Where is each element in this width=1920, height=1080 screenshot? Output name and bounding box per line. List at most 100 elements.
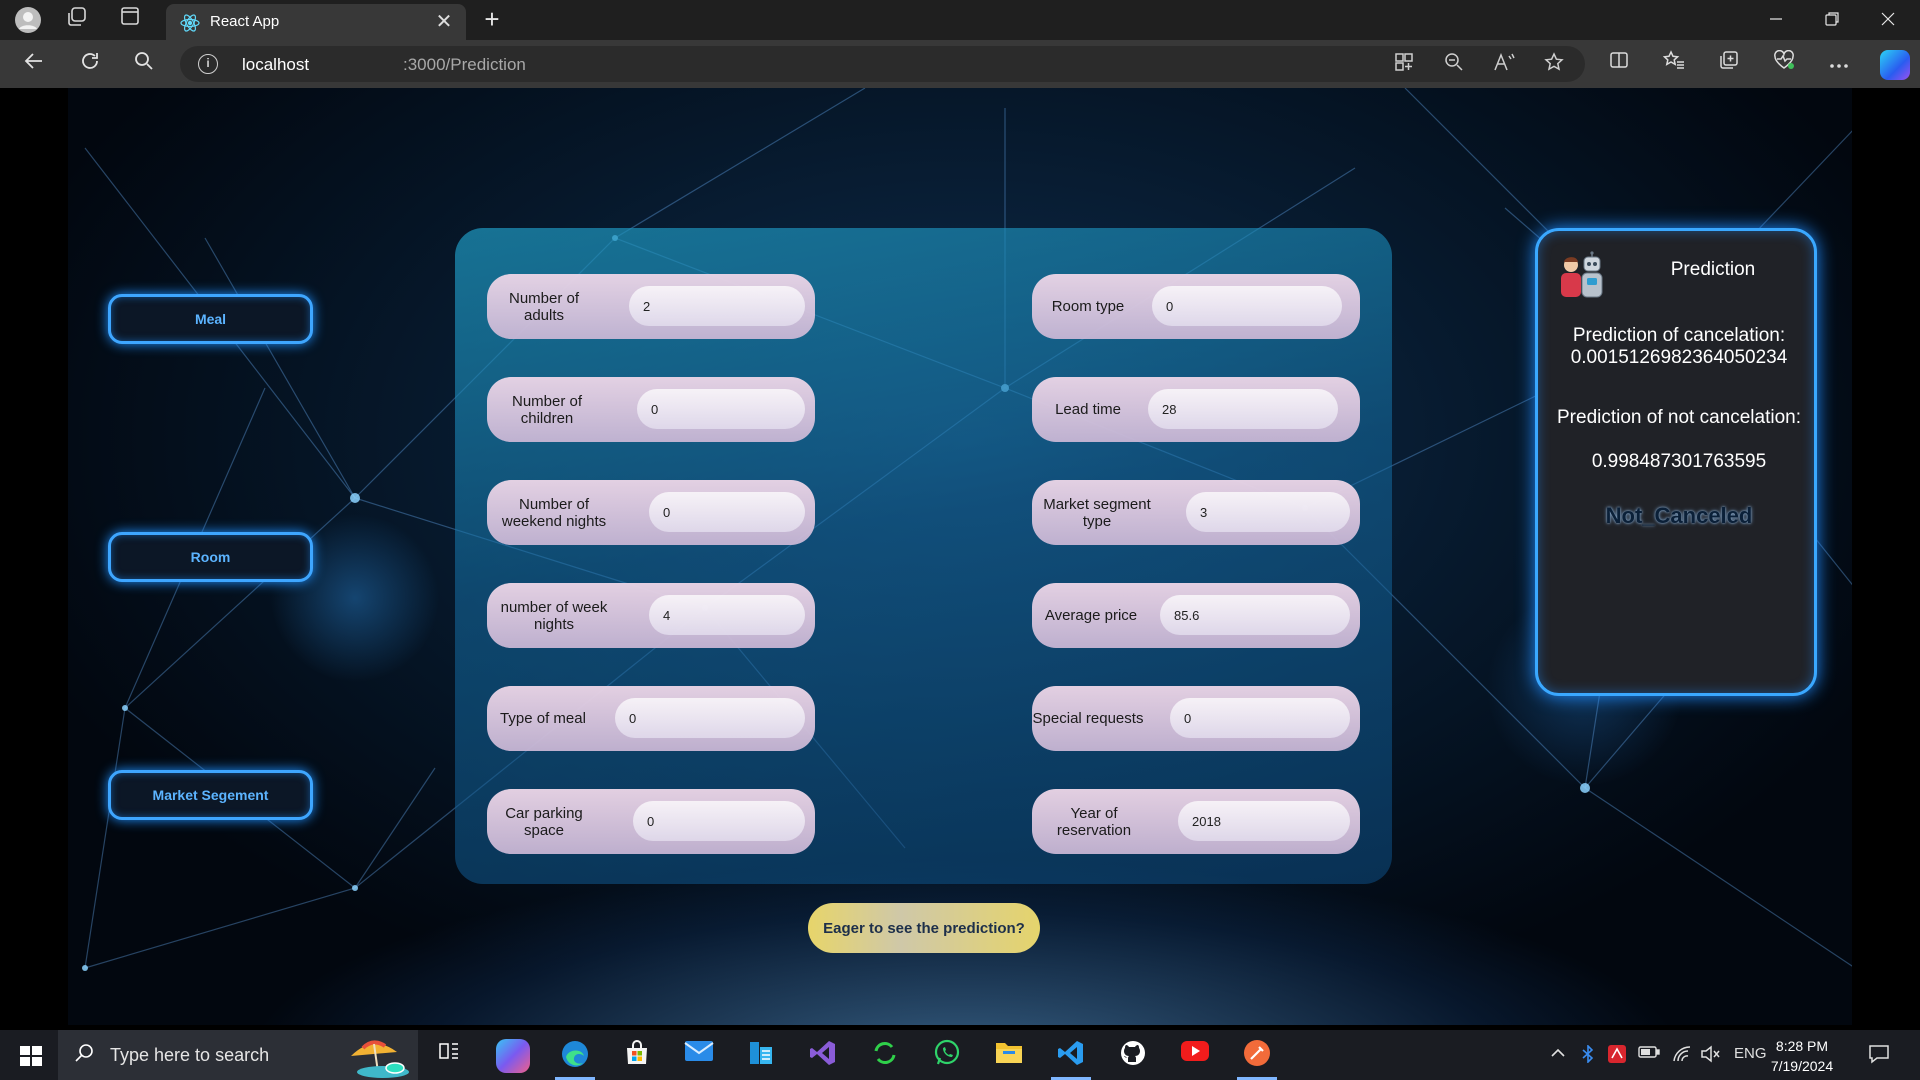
windows-start-icon[interactable] (20, 1046, 42, 1066)
task-view-icon[interactable] (432, 1039, 466, 1073)
room-type-input[interactable] (1152, 286, 1342, 326)
field-label: Car parking space (505, 804, 583, 839)
tab-actions-icon[interactable] (116, 6, 144, 34)
meal-button[interactable]: Meal (108, 294, 313, 344)
restore-icon[interactable] (1810, 4, 1854, 36)
field-weekend-nights: Number of weekend nights (487, 480, 815, 545)
copilot-icon[interactable] (1880, 50, 1910, 80)
bluetooth-icon[interactable] (1580, 1044, 1596, 1067)
close-window-icon[interactable] (1866, 4, 1910, 36)
field-number-of-adults: Number of adults (487, 274, 815, 339)
antivirus-icon[interactable] (1608, 1045, 1626, 1067)
field-label: number of week nights (500, 598, 608, 633)
notifications-icon[interactable] (1868, 1043, 1890, 1069)
zoom-out-icon[interactable] (1442, 52, 1466, 76)
url-field[interactable]: i localhost :3000/Prediction (180, 46, 1585, 82)
refresh-icon[interactable] (76, 50, 104, 78)
edge-app-icon[interactable] (558, 1039, 592, 1073)
address-bar-row: i localhost :3000/Prediction (0, 40, 1920, 88)
url-path: :3000/Prediction (403, 55, 526, 74)
postman-icon[interactable] (1240, 1039, 1274, 1073)
mail-app-icon[interactable] (682, 1039, 716, 1073)
field-label: Year of reservation (1056, 804, 1132, 839)
cancel-probability-value: 0.0015126982364050234 (1570, 347, 1788, 368)
number-of-adults-input[interactable] (629, 286, 805, 326)
profile-icon[interactable] (14, 6, 42, 34)
market-segment-input[interactable] (1186, 492, 1350, 532)
search-icon (74, 1043, 94, 1069)
collections-icon[interactable] (1715, 50, 1743, 78)
battery-icon[interactable] (1638, 1045, 1660, 1063)
field-number-of-children: Number of children (487, 377, 815, 442)
field-label: Lead time (1055, 401, 1121, 418)
tab-title: React App (210, 13, 280, 30)
site-info-icon[interactable]: i (198, 54, 218, 74)
cancel-probability-label: Prediction of cancelation: (1572, 325, 1786, 346)
visual-studio-icon[interactable] (806, 1039, 840, 1073)
more-options-icon[interactable] (1825, 50, 1853, 78)
wifi-icon[interactable] (1672, 1045, 1692, 1067)
week-nights-input[interactable] (649, 595, 805, 635)
predict-button[interactable]: Eager to see the prediction? (808, 903, 1040, 953)
split-screen-icon[interactable] (1605, 50, 1633, 78)
field-label: Number of adults (508, 289, 580, 324)
market-segment-button[interactable]: Market Segement (108, 770, 313, 820)
year-of-reservation-input[interactable] (1178, 801, 1350, 841)
human-robot-icon (1561, 251, 1603, 298)
average-price-input[interactable] (1160, 595, 1350, 635)
viewport-edge-left (5, 88, 68, 1025)
field-average-price: Average price (1032, 583, 1360, 648)
close-tab-icon[interactable]: ✕ (432, 10, 456, 34)
lead-time-input[interactable] (1148, 389, 1338, 429)
page-viewport: Meal Room Market Segement Number of adul… (5, 88, 1915, 1025)
back-arrow-icon[interactable] (20, 50, 48, 78)
new-tab-button[interactable]: + (478, 6, 506, 34)
favorite-star-icon[interactable] (1542, 52, 1566, 76)
browser-tab[interactable]: React App ✕ (166, 4, 466, 40)
car-parking-input[interactable] (633, 801, 805, 841)
whatsapp-icon[interactable] (930, 1039, 964, 1073)
type-of-meal-input[interactable] (615, 698, 805, 738)
minimize-icon[interactable] (1754, 4, 1798, 36)
language-indicator[interactable]: ENG (1734, 1045, 1767, 1062)
sync-app-icon[interactable] (868, 1039, 902, 1073)
field-special-requests: Special requests (1032, 686, 1360, 751)
field-label: Room type (1051, 298, 1125, 315)
prediction-form: Number of adults Number of children Numb… (455, 228, 1392, 884)
browser-tab-bar: React App ✕ + (0, 0, 1920, 40)
room-button[interactable]: Room (108, 532, 313, 582)
field-label: Market segment type (1043, 495, 1151, 530)
field-label: Average price (1044, 607, 1138, 624)
workspaces-icon[interactable] (63, 6, 91, 34)
copilot-app-icon[interactable] (496, 1039, 530, 1073)
volume-muted-icon[interactable] (1700, 1045, 1720, 1067)
field-car-parking-space: Car parking space (487, 789, 815, 854)
read-aloud-icon[interactable] (1492, 52, 1516, 76)
special-requests-input[interactable] (1170, 698, 1350, 738)
weekend-nights-input[interactable] (649, 492, 805, 532)
taskbar-search[interactable]: Type here to search (58, 1030, 418, 1080)
clock-date: 7/19/2024 (1770, 1058, 1834, 1074)
number-of-children-input[interactable] (637, 389, 805, 429)
field-label: Type of meal (500, 710, 586, 727)
field-label: Number of weekend nights (501, 495, 607, 530)
beach-umbrella-icon (351, 1040, 409, 1078)
search-icon[interactable] (130, 50, 158, 78)
field-week-nights: number of week nights (487, 583, 815, 648)
url-host: localhost (242, 55, 310, 74)
clock-time: 8:28 PM (1775, 1038, 1829, 1054)
field-lead-time: Lead time (1032, 377, 1360, 442)
show-hidden-icons-chevron-up-icon[interactable] (1550, 1045, 1566, 1065)
browser-essentials-icon[interactable] (1770, 49, 1798, 78)
microsoft-store-icon[interactable] (620, 1039, 654, 1073)
field-year-of-reservation: Year of reservation (1032, 789, 1360, 854)
taskbar-clock[interactable]: 8:28 PM 7/19/2024 (1764, 1036, 1840, 1076)
windows-taskbar: Type here to search ENG 8:28 PM 7/19/202… (0, 1030, 1920, 1080)
vscode-icon[interactable] (1054, 1039, 1088, 1073)
app-available-icon[interactable] (1392, 52, 1416, 76)
azure-data-studio-icon[interactable] (744, 1039, 778, 1073)
youtube-icon[interactable] (1178, 1039, 1212, 1073)
favorites-icon[interactable] (1660, 50, 1688, 78)
file-explorer-icon[interactable] (992, 1039, 1026, 1073)
github-icon[interactable] (1116, 1039, 1150, 1073)
